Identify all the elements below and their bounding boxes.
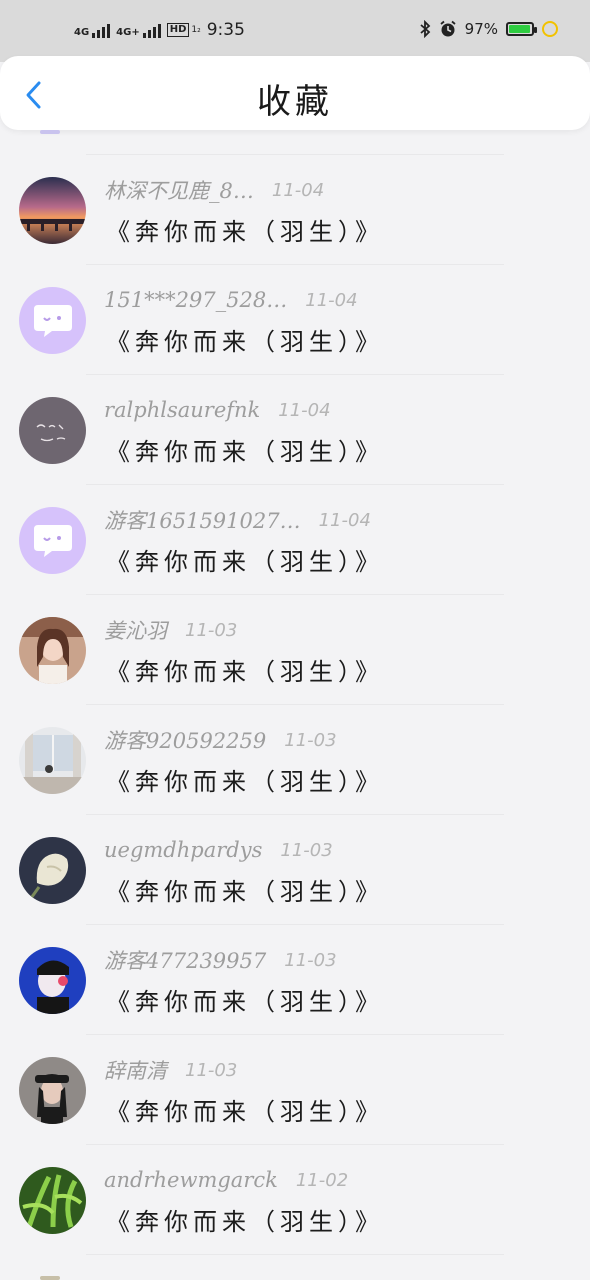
song-title: 《奔你而来（羽生）》 bbox=[106, 218, 384, 246]
date: 11-04 bbox=[318, 509, 371, 531]
divider bbox=[86, 1254, 504, 1255]
divider bbox=[86, 264, 504, 265]
user-name: andrhewmgarck bbox=[104, 1168, 278, 1192]
date: 11-04 bbox=[271, 179, 325, 201]
user-name: 游客477239957 bbox=[104, 949, 267, 973]
signal-4g-plus-icon: 4G+ bbox=[116, 22, 161, 38]
bluetooth-icon bbox=[420, 20, 430, 38]
user-name: 151***297_528… bbox=[104, 288, 288, 312]
song-title: 《奔你而来（羽生）》 bbox=[106, 1208, 384, 1236]
network-label-2: 4G+ bbox=[116, 27, 140, 38]
list-item[interactable]: 游客920592259 11-03 《奔你而来（羽生）》 bbox=[0, 704, 590, 814]
user-name: 林深不见鹿_8… bbox=[104, 179, 254, 203]
divider bbox=[86, 1034, 504, 1035]
list-item-partial bbox=[0, 1254, 590, 1280]
list-item[interactable]: 游客477239957 11-03 《奔你而来（羽生）》 bbox=[0, 924, 590, 1034]
song-title: 《奔你而来（羽生）》 bbox=[106, 878, 384, 906]
date: 11-04 bbox=[305, 289, 358, 311]
date: 11-03 bbox=[185, 1059, 238, 1081]
user-name: 游客1651591027… bbox=[104, 509, 301, 533]
song-title: 《奔你而来（羽生）》 bbox=[106, 658, 384, 686]
hd-sub: 1₂ bbox=[191, 25, 201, 35]
divider bbox=[86, 594, 504, 595]
network-label: 4G bbox=[74, 27, 90, 38]
divider bbox=[86, 1144, 504, 1145]
divider bbox=[86, 704, 504, 705]
user-name: uegmdhpardys bbox=[104, 838, 263, 862]
chat-bubble-icon bbox=[33, 304, 72, 337]
battery-fill bbox=[509, 25, 531, 33]
page-title: 收藏 bbox=[257, 82, 333, 122]
avatar[interactable] bbox=[19, 617, 86, 684]
list-item[interactable]: ralphlsaurefnk 11-04 《奔你而来（羽生）》 bbox=[0, 374, 590, 484]
avatar[interactable] bbox=[19, 177, 86, 244]
divider bbox=[86, 814, 504, 815]
avatar[interactable] bbox=[19, 727, 86, 794]
signal-4g-icon: 4G bbox=[74, 22, 111, 38]
date: 11-03 bbox=[284, 949, 337, 971]
list-item[interactable]: 林深不见鹿_8… 11-04 《奔你而来（羽生）》 bbox=[0, 154, 590, 264]
list-item[interactable]: uegmdhpardys 11-03 《奔你而来（羽生）》 bbox=[0, 814, 590, 924]
list-item[interactable]: 游客1651591027… 11-04 《奔你而来（羽生）》 bbox=[0, 484, 590, 594]
list-item[interactable]: 辞南清 11-03 《奔你而来（羽生）》 bbox=[0, 1034, 590, 1144]
avatar[interactable] bbox=[19, 397, 86, 464]
user-name: 姜沁羽 bbox=[104, 619, 167, 643]
hd-icon: HD bbox=[166, 23, 190, 37]
song-title: 《奔你而来（羽生）》 bbox=[106, 328, 384, 356]
charging-icon bbox=[542, 21, 558, 37]
status-right: 97% bbox=[419, 20, 558, 38]
avatar[interactable] bbox=[19, 837, 86, 904]
next-item-peek bbox=[40, 1276, 60, 1280]
user-name: 辞南清 bbox=[104, 1059, 167, 1083]
battery-percent: 97% bbox=[464, 20, 498, 38]
app-header: 收藏 bbox=[0, 56, 590, 130]
song-title: 《奔你而来（羽生）》 bbox=[106, 438, 384, 466]
clock: 9:35 bbox=[206, 20, 245, 40]
date: 11-03 bbox=[284, 729, 337, 751]
avatar[interactable] bbox=[19, 507, 86, 574]
user-name: 游客920592259 bbox=[104, 729, 267, 753]
avatar[interactable] bbox=[19, 1057, 86, 1124]
date: 11-02 bbox=[295, 1169, 349, 1191]
date: 11-04 bbox=[278, 399, 331, 421]
divider bbox=[86, 374, 504, 375]
list-item[interactable]: andrhewmgarck 11-02 《奔你而来（羽生）》 bbox=[0, 1144, 590, 1254]
song-title: 《奔你而来（羽生）》 bbox=[106, 1098, 384, 1126]
avatar[interactable] bbox=[19, 947, 86, 1014]
battery-icon bbox=[506, 22, 537, 36]
date: 11-03 bbox=[185, 619, 238, 641]
song-title: 《奔你而来（羽生）》 bbox=[106, 768, 384, 796]
divider bbox=[86, 154, 504, 155]
previous-item-peek bbox=[40, 130, 60, 134]
alarm-icon bbox=[440, 20, 456, 37]
divider bbox=[86, 484, 504, 485]
list-item[interactable]: 151***297_528… 11-04 《奔你而来（羽生）》 bbox=[0, 264, 590, 374]
avatar[interactable] bbox=[19, 287, 86, 354]
song-title: 《奔你而来（羽生）》 bbox=[106, 548, 384, 576]
chat-bubble-icon bbox=[33, 524, 72, 557]
date: 11-03 bbox=[280, 839, 333, 861]
song-title: 《奔你而来（羽生）》 bbox=[106, 988, 384, 1016]
status-bar: 4G 4G+ HD 1₂ 9:35 97% bbox=[0, 0, 590, 62]
favorites-list: 林深不见鹿_8… 11-04 《奔你而来（羽生）》 151***297_528… 1… bbox=[0, 130, 590, 1280]
avatar[interactable] bbox=[19, 1167, 86, 1234]
user-name: ralphlsaurefnk bbox=[104, 398, 261, 422]
divider bbox=[86, 924, 504, 925]
status-left: 4G 4G+ HD 1₂ 9:35 bbox=[74, 20, 245, 40]
list-item[interactable]: 姜沁羽 11-03 《奔你而来（羽生）》 bbox=[0, 594, 590, 704]
